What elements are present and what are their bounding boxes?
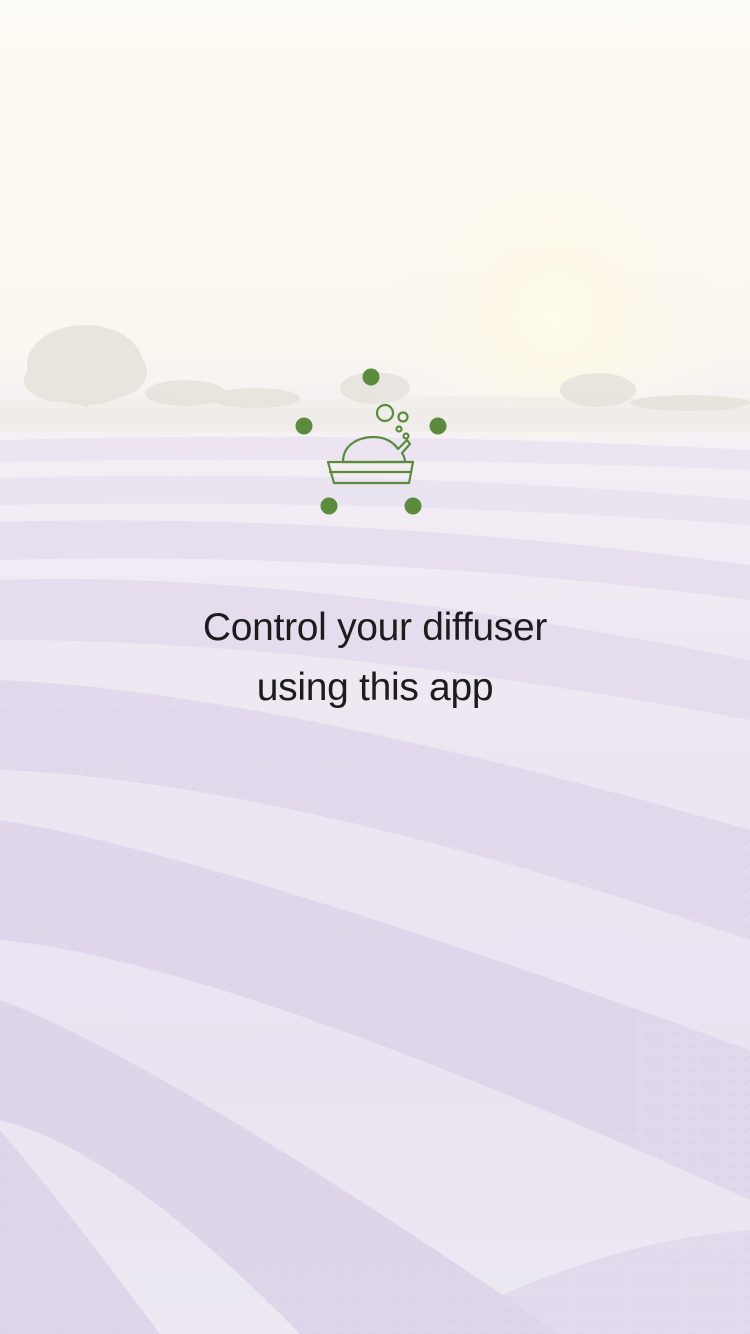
splash-tagline: Control your diffuser using this app xyxy=(0,598,750,718)
splash-screen: Control your diffuser using this app xyxy=(0,0,750,1334)
logo-dots xyxy=(295,368,447,515)
tagline-line-1: Control your diffuser xyxy=(202,606,548,649)
diffuser-icon xyxy=(295,368,447,515)
tagline-line-2: using this app xyxy=(256,666,494,709)
diffuser-outline xyxy=(326,403,415,485)
